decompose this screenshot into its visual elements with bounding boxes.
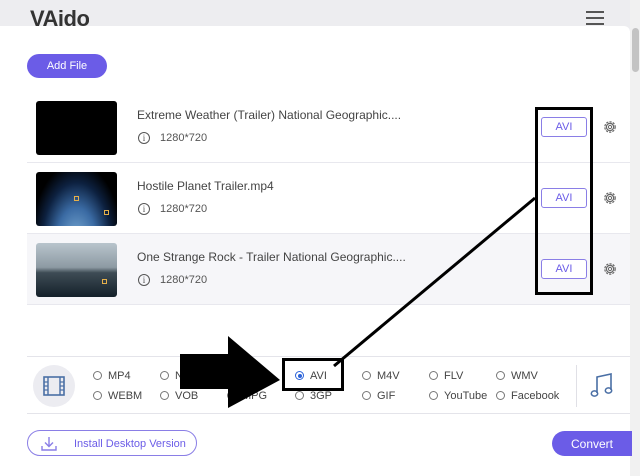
radio-icon (93, 391, 102, 400)
radio-icon (362, 391, 371, 400)
radio-selected-icon (295, 371, 304, 380)
file-name: Hostile Planet Trailer.mp4 (137, 179, 274, 193)
format-option-youtube[interactable]: YouTube (429, 390, 487, 402)
video-thumbnail (36, 243, 117, 297)
format-option-gif[interactable]: GIF (362, 390, 395, 402)
file-resolution: 1280*720 (160, 132, 208, 144)
install-desktop-button[interactable]: Install Desktop Version (27, 430, 197, 456)
scrollbar-thumb[interactable] (632, 28, 639, 72)
video-thumbnail (36, 172, 117, 226)
gear-icon[interactable] (602, 261, 618, 277)
format-option-vob[interactable]: VOB (160, 390, 198, 402)
file-row: Extreme Weather (Trailer) National Geogr… (27, 92, 630, 163)
gear-icon[interactable] (602, 119, 618, 135)
music-note-icon[interactable] (589, 371, 615, 399)
output-format-button[interactable]: AVI (541, 188, 587, 208)
logo-text: VAido (30, 6, 90, 26)
gear-icon[interactable] (602, 190, 618, 206)
radio-icon (93, 371, 102, 380)
info-icon[interactable]: i (138, 203, 150, 215)
radio-icon (429, 371, 438, 380)
output-format-button[interactable]: AVI (541, 259, 587, 279)
download-icon (41, 437, 57, 451)
video-thumbnail (36, 101, 117, 155)
install-label: Install Desktop Version (74, 438, 186, 450)
radio-icon (496, 391, 505, 400)
radio-icon (227, 391, 236, 400)
radio-icon (295, 391, 304, 400)
format-option-m4v[interactable]: M4V (362, 370, 400, 382)
file-row: One Strange Rock - Trailer National Geog… (27, 234, 630, 305)
format-option-wmv[interactable]: WMV (496, 370, 538, 382)
format-option-webm[interactable]: WEBM (93, 390, 142, 402)
file-row: Hostile Planet Trailer.mp4 i 1280*720 AV… (27, 163, 630, 234)
panel-divider (576, 365, 577, 407)
add-file-button[interactable]: Add File (27, 54, 107, 78)
format-option-mp4[interactable]: MP4 (93, 370, 131, 382)
format-option-mpg[interactable]: MPG (227, 390, 267, 402)
format-option-3gp[interactable]: 3GP (295, 390, 332, 402)
file-name: Extreme Weather (Trailer) National Geogr… (137, 108, 402, 122)
convert-button[interactable]: Convert (552, 431, 632, 456)
radio-icon (362, 371, 371, 380)
radio-icon (429, 391, 438, 400)
format-option-avi[interactable]: AVI (295, 370, 327, 382)
format-option-facebook[interactable]: Facebook (496, 390, 559, 402)
format-option-flv[interactable]: FLV (429, 370, 463, 382)
format-option-mkv[interactable]: N (160, 370, 183, 382)
file-list: Extreme Weather (Trailer) National Geogr… (27, 92, 630, 305)
output-format-button[interactable]: AVI (541, 117, 587, 137)
file-name: One Strange Rock - Trailer National Geog… (137, 250, 406, 264)
file-resolution: 1280*720 (160, 274, 208, 286)
film-icon (43, 376, 65, 396)
app-logo[interactable]: VAido (30, 4, 89, 26)
format-selector: MP4 N AVI M4V FLV WMV WEBM VOB MPG 3GP G… (27, 356, 630, 414)
video-format-tab[interactable] (33, 365, 75, 407)
file-resolution: 1280*720 (160, 203, 208, 215)
info-icon[interactable]: i (138, 274, 150, 286)
radio-icon (160, 371, 169, 380)
radio-icon (496, 371, 505, 380)
radio-icon (160, 391, 169, 400)
info-icon[interactable]: i (138, 132, 150, 144)
hamburger-icon[interactable] (586, 11, 604, 25)
